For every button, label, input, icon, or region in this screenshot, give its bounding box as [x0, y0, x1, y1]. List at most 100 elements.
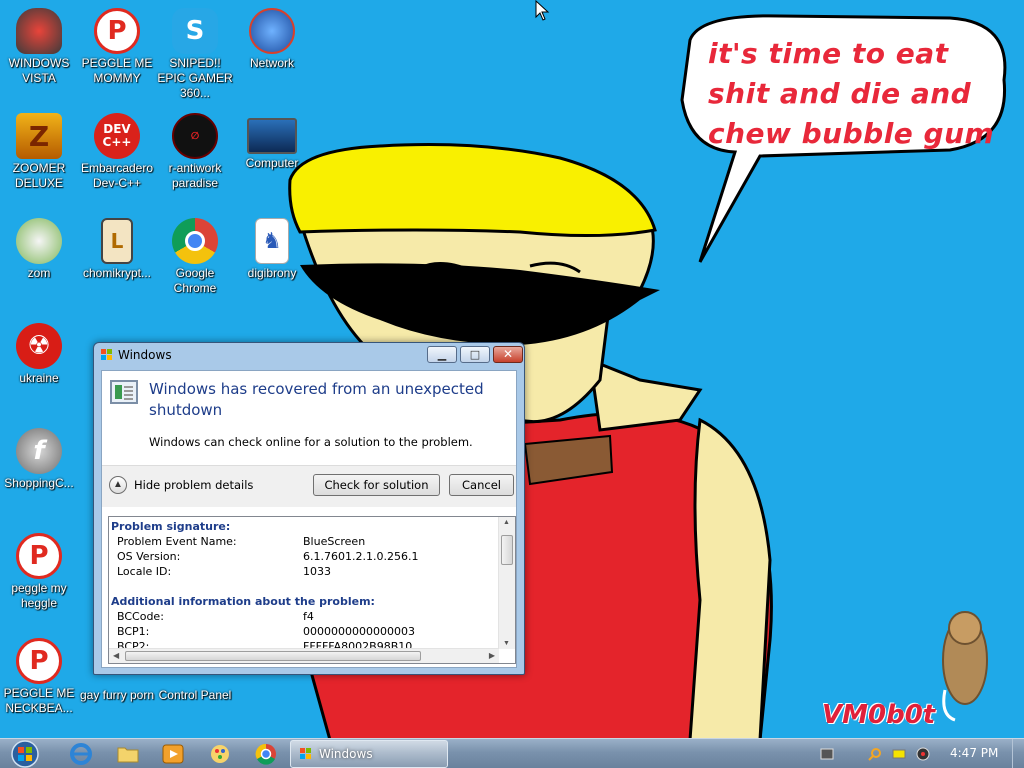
error-dialog: Windows ▁ □ ✕ Windows has recovered from… [93, 342, 525, 675]
scroll-thumb[interactable] [501, 535, 513, 565]
detail-value: f4 [303, 610, 314, 623]
detail-row: OS Version: 6.1.7601.2.1.0.256.1 [111, 549, 499, 564]
desktop-icon-label: PEGGLE ME MOMMY [81, 56, 153, 85]
chevron-up-icon[interactable]: ▲ [109, 476, 127, 494]
computer-icon [247, 118, 297, 154]
additional-info-heading: Additional information about the problem… [111, 595, 375, 608]
problem-signature-heading: Problem signature: [111, 520, 231, 533]
minimize-icon: ▁ [437, 348, 447, 361]
desktop-icon-computer[interactable]: Computer [234, 113, 310, 171]
dialog-titlebar[interactable]: Windows ▁ □ ✕ [94, 343, 524, 367]
minimize-button[interactable]: ▁ [427, 346, 457, 363]
desktop-icon-label: Embarcadero Dev-C++ [80, 161, 154, 190]
taskbar-window-button[interactable]: Windows [290, 740, 448, 768]
detail-row: Problem Event Name: BlueScreen [111, 534, 499, 549]
close-button[interactable]: ✕ [493, 346, 523, 363]
maximize-button[interactable]: □ [460, 346, 490, 363]
cancel-button[interactable]: Cancel [449, 474, 514, 496]
detail-key: BCP1: [117, 625, 150, 638]
desktop-icon-windows-vista[interactable]: WINDOWS VISTA [1, 8, 77, 86]
zom-icon [16, 218, 62, 264]
desktop-icon-shopping[interactable]: f ShoppingC... [1, 428, 77, 491]
desktop-icon-label: PEGGLE ME NECKBEA... [3, 686, 75, 715]
scroll-down-icon[interactable]: ▼ [503, 640, 510, 647]
show-desktop-button[interactable] [1012, 739, 1024, 768]
chomikrypt-icon: L [101, 218, 133, 264]
flag-tray-icon[interactable] [892, 747, 906, 761]
desktop-icon-label: ShoppingC... [4, 476, 74, 490]
desktop-icon-peggle-my-heggle[interactable]: P peggle my heggle [1, 533, 77, 611]
windows-flag-icon [300, 748, 311, 759]
desktop-icon-label: WINDOWS VISTA [8, 56, 70, 85]
media-player-icon[interactable] [160, 742, 186, 766]
detail-value: 0000000000000003 [303, 625, 415, 638]
vertical-scrollbar[interactable]: ▲ ▼ [498, 517, 515, 649]
chrome-icon [172, 218, 218, 264]
desktop-icon-label: zom [27, 266, 51, 280]
desktop-icon-antiwork[interactable]: ∅ r-antiwork paradise [157, 113, 233, 191]
detail-value: BlueScreen [303, 535, 366, 548]
chrome-icon[interactable] [253, 742, 279, 766]
peggle-icon: P [94, 8, 140, 54]
detail-key: OS Version: [117, 550, 181, 563]
dialog-title: Windows [118, 348, 172, 362]
desktop-icon-digibrony[interactable]: ♞ digibrony [234, 218, 310, 281]
scroll-right-icon[interactable]: ▶ [489, 651, 495, 660]
hscroll-thumb[interactable] [125, 651, 421, 661]
dialog-button-bar: ▲ Hide problem details Check for solutio… [102, 465, 516, 507]
check-for-solution-button[interactable]: Check for solution [313, 474, 440, 496]
problem-details-box[interactable]: Problem signature: Problem Event Name: Bl… [108, 516, 516, 664]
volume-tray-icon[interactable] [916, 747, 930, 761]
desktop-icon-peggle-neckbeard[interactable]: P PEGGLE ME NECKBEA... [1, 638, 77, 716]
problem-report-icon [110, 380, 138, 404]
scroll-left-icon[interactable]: ◀ [113, 651, 119, 660]
search-tray-icon[interactable] [868, 747, 882, 761]
desktop-icon-sniped[interactable]: S SNIPED!! EPIC GAMER 360... [157, 8, 233, 101]
start-button[interactable] [5, 739, 45, 768]
desktop-icon-label: Computer [245, 156, 299, 170]
paint-icon[interactable] [207, 742, 233, 766]
mouse-cursor-icon [535, 0, 550, 21]
desktop-icon-label: chomikrypt... [82, 266, 151, 280]
desktop-icon-label: ZOOMER DELUXE [12, 161, 66, 190]
maximize-icon: □ [469, 348, 481, 361]
taskbar-window-label: Windows [319, 747, 373, 761]
detail-row: BCP1: 0000000000000003 [111, 624, 499, 639]
internet-explorer-icon[interactable] [68, 742, 94, 766]
dialog-subtext: Windows can check online for a solution … [149, 435, 473, 449]
desktop-icon-chrome[interactable]: Google Chrome [157, 218, 233, 296]
skype-icon: S [172, 8, 218, 54]
desktop-icon-chomikrypt[interactable]: L chomikrypt... [79, 218, 155, 281]
folder-icon[interactable] [115, 742, 141, 766]
desktop-icon-network[interactable]: Network [234, 8, 310, 71]
clock[interactable]: 4:47 PM [950, 746, 998, 760]
desktop-icon-label: Google Chrome [173, 266, 217, 295]
windows-flag-icon [101, 349, 112, 360]
desktop-icon-peggle-me-mommy[interactable]: P PEGGLE ME MOMMY [79, 8, 155, 86]
zoomer-icon: Z [16, 113, 62, 159]
peggle-icon: P [16, 533, 62, 579]
dialog-body: Windows has recovered from an unexpected… [101, 370, 517, 668]
problem-details-content: Problem signature: Problem Event Name: Bl… [109, 517, 499, 649]
desktop-icon-label: peggle my heggle [11, 581, 67, 610]
scroll-up-icon[interactable]: ▲ [503, 519, 510, 526]
desktop-icon-label: SNIPED!! EPIC GAMER 360... [157, 56, 233, 100]
dialog-headline: Windows has recovered from an unexpected… [149, 380, 484, 419]
desktop-icon-label: Control Panel [158, 688, 232, 702]
horizontal-scrollbar[interactable]: ◀ ▶ [109, 648, 499, 663]
network-icon [249, 8, 295, 54]
desktop-icon-label: r-antiwork paradise [168, 161, 222, 190]
wallpaper-signature: VM0b0t [822, 700, 936, 730]
desktop-icon-zoomer-deluxe[interactable]: Z ZOOMER DELUXE [1, 113, 77, 191]
hide-details-toggle[interactable]: Hide problem details [134, 478, 253, 492]
devcpp-icon: DEV C++ [94, 113, 140, 159]
desktop-icon-devcpp[interactable]: DEV C++ Embarcadero Dev-C++ [79, 113, 155, 191]
flash-icon: f [16, 428, 62, 474]
desktop-icon-zom[interactable]: zom [1, 218, 77, 281]
desktop-icon-label: digibrony [247, 266, 297, 280]
detail-row: Locale ID: 1033 [111, 564, 499, 579]
close-icon: ✕ [502, 347, 514, 361]
network-tray-icon[interactable] [820, 747, 834, 761]
desktop-icon-ukraine[interactable]: ☢ ukraine [1, 323, 77, 386]
speech-bubble-text: it's time to eat shit and die and chew b… [708, 37, 995, 150]
